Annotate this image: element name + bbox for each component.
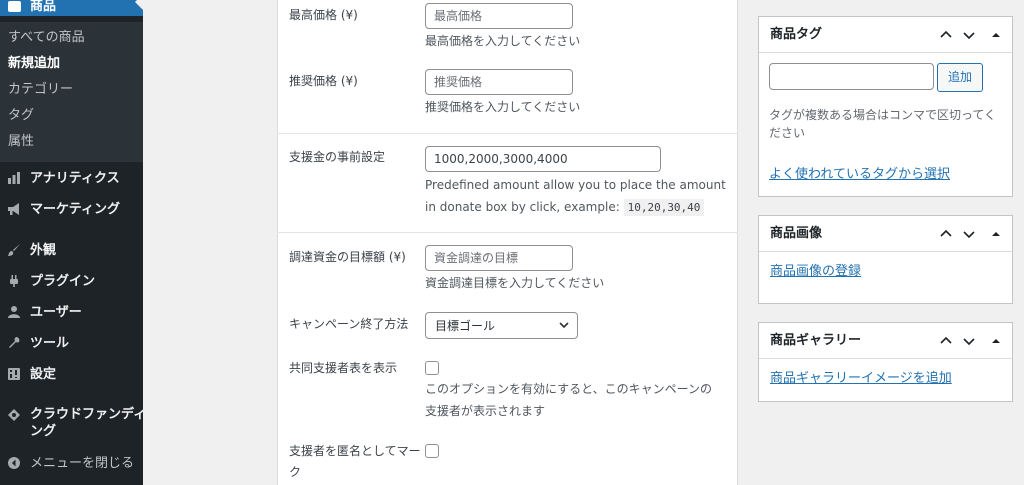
crowdfunding-icon [6, 408, 22, 424]
menu-item-tools[interactable]: ツール [0, 332, 143, 356]
current-menu-arrow [135, 0, 143, 10]
menu-item-users[interactable]: ユーザー [0, 301, 143, 325]
menu-item-products-label: 商品 [30, 0, 57, 14]
recommended-price-label: 推奨価格 (¥) [289, 74, 358, 88]
chevron-up-icon[interactable] [937, 225, 955, 243]
menu-item-appearance-label: 外観 [30, 243, 57, 258]
preset-amounts-example-code: 10,20,30,40 [623, 199, 705, 216]
anonymous-backer-label-line2: ク [289, 465, 302, 479]
toggle-panel-icon[interactable] [987, 332, 1005, 350]
show-backers-description-line1: このオプションを有効にすると、このキャンペーンの [425, 382, 713, 396]
product-gallery-widget: 商品ギャラリー 商品ギャラリーイメージを追加 [758, 322, 1013, 402]
chevron-up-icon[interactable] [937, 332, 955, 350]
submenu-attributes[interactable]: 属性 [8, 133, 34, 151]
product-gallery-title: 商品ギャラリー [770, 333, 862, 348]
submenu-tags[interactable]: タグ [8, 107, 34, 125]
menu-item-crowdfunding-label-line2: ング [30, 424, 57, 439]
anonymous-backer-checkbox[interactable] [425, 444, 439, 458]
menu-item-settings[interactable]: 設定 [0, 363, 143, 387]
recommended-price-input[interactable] [425, 69, 573, 95]
admin-sidebar: 商品 すべての商品 新規追加 カテゴリー タグ 属性 アナリティクス マーケティ… [0, 0, 147, 485]
collapse-menu-label: メニューを閉じる [30, 456, 135, 471]
show-backers-description-line2: 支援者が表示されます [425, 404, 546, 418]
preset-amounts-description-text: in donate box by click, example: [425, 200, 620, 214]
menu-item-plugins-label: プラグイン [30, 274, 96, 289]
product-tags-title: 商品タグ [770, 27, 823, 42]
bar-chart-icon [6, 171, 22, 187]
chevron-down-icon[interactable] [960, 225, 978, 243]
plugin-icon [6, 274, 22, 290]
menu-item-appearance[interactable]: 外観 [0, 239, 143, 263]
product-tags-header: 商品タグ [759, 17, 1012, 53]
collapse-menu-button[interactable]: メニューを閉じる [0, 452, 143, 476]
recommended-price-description: 推奨価格を入力してください [425, 100, 581, 114]
submenu-add-new[interactable]: 新規追加 [8, 55, 60, 73]
campaign-end-method-value: 目標ゴール [435, 319, 496, 333]
preset-amounts-description-line1: Predefined amount allow you to place the… [425, 178, 726, 192]
chevron-down-icon [559, 322, 569, 329]
max-price-label: 最高価格 (¥) [289, 8, 358, 22]
goal-amount-label: 調達資金の目標額 (¥) [289, 250, 406, 264]
menu-item-plugins[interactable]: プラグイン [0, 270, 143, 294]
goal-amount-description: 資金調達目標を入力してください [425, 276, 605, 290]
campaign-end-method-label: キャンペーン終了方法 [289, 317, 409, 331]
product-image-title: 商品画像 [770, 226, 823, 241]
menu-item-analytics-label: アナリティクス [30, 171, 120, 186]
product-image-header: 商品画像 [759, 216, 1012, 252]
set-product-image-link[interactable]: 商品画像の登録 [770, 264, 861, 280]
toggle-panel-icon[interactable] [987, 225, 1005, 243]
show-backers-checkbox[interactable] [425, 361, 439, 375]
max-price-input[interactable] [425, 3, 573, 29]
section-divider [277, 232, 738, 233]
goal-amount-input[interactable] [425, 245, 573, 271]
user-icon [6, 305, 22, 321]
collapse-icon [6, 456, 22, 472]
menu-item-crowdfunding[interactable]: クラウドファンディ ング [0, 403, 147, 443]
products-submenu: すべての商品 新規追加 カテゴリー タグ 属性 [0, 22, 143, 162]
max-price-description: 最高価格を入力してください [425, 34, 581, 48]
menu-item-products[interactable]: 商品 [0, 0, 143, 16]
products-icon [8, 1, 21, 12]
popular-tags-link[interactable]: よく使われているタグから選択 [769, 167, 950, 183]
product-gallery-header: 商品ギャラリー [759, 323, 1012, 359]
show-backers-label: 共同支援者表を表示 [289, 361, 398, 375]
campaign-end-method-select[interactable]: 目標ゴール [425, 312, 578, 339]
tag-input[interactable] [769, 63, 934, 90]
preset-amounts-input[interactable] [425, 146, 661, 172]
add-gallery-images-link[interactable]: 商品ギャラリーイメージを追加 [770, 371, 952, 387]
menu-item-users-label: ユーザー [30, 305, 82, 320]
chevron-down-icon[interactable] [960, 26, 978, 44]
preset-amounts-description-line2: in donate box by click, example: 10,20,3… [425, 199, 705, 216]
submenu-categories[interactable]: カテゴリー [8, 81, 73, 99]
product-image-widget: 商品画像 商品画像の登録 [758, 215, 1013, 304]
add-tag-button[interactable]: 追加 [937, 63, 983, 92]
toggle-panel-icon[interactable] [987, 26, 1005, 44]
menu-item-analytics[interactable]: アナリティクス [0, 167, 143, 191]
menu-item-marketing[interactable]: マーケティング [0, 198, 143, 222]
menu-item-crowdfunding-label-line1: クラウドファンディ [30, 407, 147, 422]
preset-amounts-label: 支援金の事前設定 [289, 150, 386, 164]
chevron-up-icon[interactable] [937, 26, 955, 44]
menu-item-marketing-label: マーケティング [30, 202, 120, 217]
anonymous-backer-label-line1: 支援者を匿名としてマー [289, 444, 421, 458]
settings-icon [6, 367, 22, 383]
menu-item-tools-label: ツール [30, 336, 70, 351]
submenu-all-products[interactable]: すべての商品 [8, 29, 85, 47]
chevron-down-icon[interactable] [960, 332, 978, 350]
paintbrush-icon [6, 243, 22, 259]
wrench-icon [6, 336, 22, 352]
tag-help-text: タグが複数ある場合はコンマで区切ってください [769, 108, 997, 140]
section-divider [277, 133, 738, 134]
megaphone-icon [6, 202, 22, 218]
menu-item-settings-label: 設定 [30, 367, 57, 382]
